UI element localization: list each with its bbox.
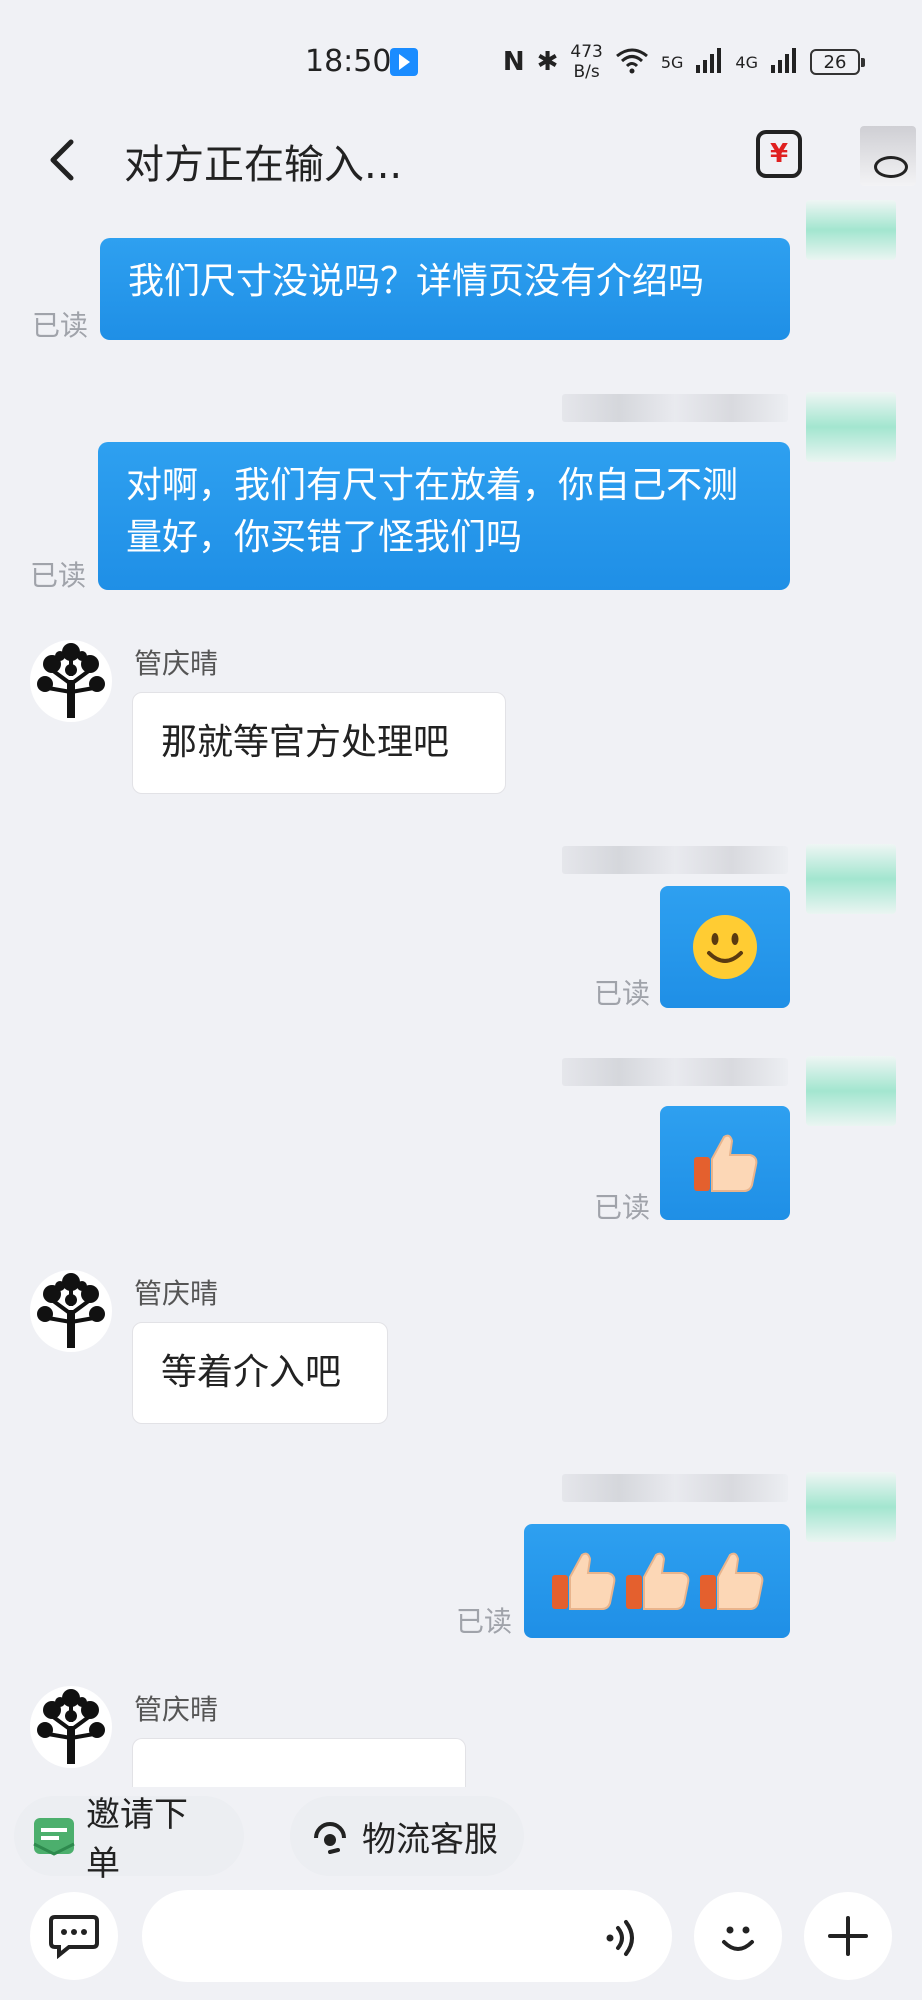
- message-bubble-incoming[interactable]: 那就等官方处理吧: [132, 692, 506, 794]
- status-time: 18:50: [305, 44, 392, 79]
- status-bar: 18:50 N ✱ 473 B/s 5G 4G 26: [0, 0, 922, 120]
- signal-4g-label: 4G: [735, 52, 758, 72]
- blurred-name: [562, 394, 788, 422]
- tree-avatar-icon: [37, 1273, 105, 1348]
- avatar[interactable]: [30, 1270, 112, 1352]
- thumbs-up-emoji-icon: [626, 1552, 690, 1610]
- sender-name: 管庆晴: [134, 1277, 219, 1310]
- coupon-button[interactable]: ¥: [756, 130, 802, 178]
- invite-order-icon: [32, 1814, 76, 1858]
- status-icons: N ✱ 473 B/s 5G 4G 26: [502, 40, 865, 84]
- emoji-message[interactable]: [660, 886, 790, 1008]
- emoji-message[interactable]: [660, 1106, 790, 1220]
- invite-order-label: 邀请下单: [86, 1795, 188, 1884]
- read-status: 已读: [594, 1191, 651, 1224]
- invite-order-button[interactable]: 邀请下单: [14, 1795, 244, 1884]
- message-bubble-incoming[interactable]: [132, 1738, 466, 1787]
- headset-icon: [308, 1814, 352, 1858]
- emoji-button[interactable]: [694, 1892, 782, 1980]
- voice-input-icon[interactable]: [602, 1916, 646, 1960]
- tree-avatar-icon: [37, 1689, 105, 1764]
- message-text: 我们尺寸没说吗？详情页没有介绍吗: [128, 261, 705, 302]
- sender-name: 管庆晴: [134, 647, 219, 680]
- thumbs-up-emoji-icon: [694, 1134, 758, 1192]
- nfc-icon: N: [502, 47, 525, 77]
- read-status: 已读: [32, 309, 89, 342]
- chat-bubble-icon: [49, 1915, 99, 1959]
- message-text: 对啊，我们有尺寸在放着，你自己不测量好，你买错了怪我们吗: [126, 465, 739, 558]
- message-text: 那就等官方处理吧: [161, 722, 450, 763]
- thumbs-up-emoji-icon: [700, 1552, 764, 1610]
- navigation-arrow-icon: [390, 48, 418, 76]
- bluetooth-icon: ✱: [536, 47, 559, 77]
- sender-name: 管庆晴: [134, 1693, 219, 1726]
- thumbs-up-emoji-icon: [552, 1552, 616, 1610]
- read-status: 已读: [30, 559, 87, 592]
- page-title: 对方正在输入...: [124, 142, 403, 188]
- emoji-message[interactable]: [524, 1524, 790, 1638]
- message-mode-button[interactable]: [30, 1892, 118, 1980]
- message-text: 等着介入吧: [161, 1352, 342, 1393]
- avatar[interactable]: [30, 640, 112, 722]
- input-bar: [0, 1880, 922, 2000]
- logistics-service-label: 物流客服: [362, 1819, 498, 1860]
- blurred-avatar: [806, 1472, 896, 1542]
- yuan-icon: ¥: [769, 139, 789, 169]
- blurred-avatar: [806, 200, 896, 260]
- plus-icon: [828, 1916, 868, 1956]
- blurred-name: [562, 1058, 788, 1086]
- blurred-avatar: [806, 392, 896, 462]
- blurred-name: [562, 1474, 788, 1502]
- avatar[interactable]: [30, 1686, 112, 1768]
- logistics-service-button[interactable]: 物流客服: [290, 1796, 524, 1876]
- blurred-name: [562, 846, 788, 874]
- battery-indicator: 26: [810, 49, 865, 75]
- tree-avatar-icon: [37, 643, 105, 718]
- blurred-avatar: [806, 1056, 896, 1126]
- message-bubble-outgoing[interactable]: 对啊，我们有尺寸在放着，你自己不测量好，你买错了怪我们吗: [98, 442, 790, 590]
- chevron-left-icon: [50, 139, 74, 181]
- smile-emoji-icon: [693, 915, 757, 979]
- chat-header: 对方正在输入... ¥: [0, 120, 922, 210]
- read-status: 已读: [594, 977, 651, 1010]
- profile-thumbnail[interactable]: [860, 126, 916, 186]
- signal-5g-label: 5G: [660, 52, 684, 72]
- smile-icon: [722, 1926, 754, 1951]
- net-speed: 473 B/s: [570, 42, 602, 82]
- message-bubble-outgoing[interactable]: 我们尺寸没说吗？详情页没有介绍吗: [100, 238, 790, 340]
- more-options-button[interactable]: [804, 1892, 892, 1980]
- signal-bars-icon: [695, 47, 723, 77]
- signal-bars-icon: [770, 47, 798, 77]
- net-speed-unit: B/s: [573, 62, 600, 82]
- message-input[interactable]: [142, 1890, 672, 1982]
- wifi-icon: [615, 46, 649, 78]
- net-speed-value: 473: [570, 42, 603, 62]
- blurred-avatar: [806, 844, 896, 914]
- read-status: 已读: [456, 1605, 513, 1638]
- back-button[interactable]: [40, 130, 84, 190]
- message-bubble-incoming[interactable]: 等着介入吧: [132, 1322, 388, 1424]
